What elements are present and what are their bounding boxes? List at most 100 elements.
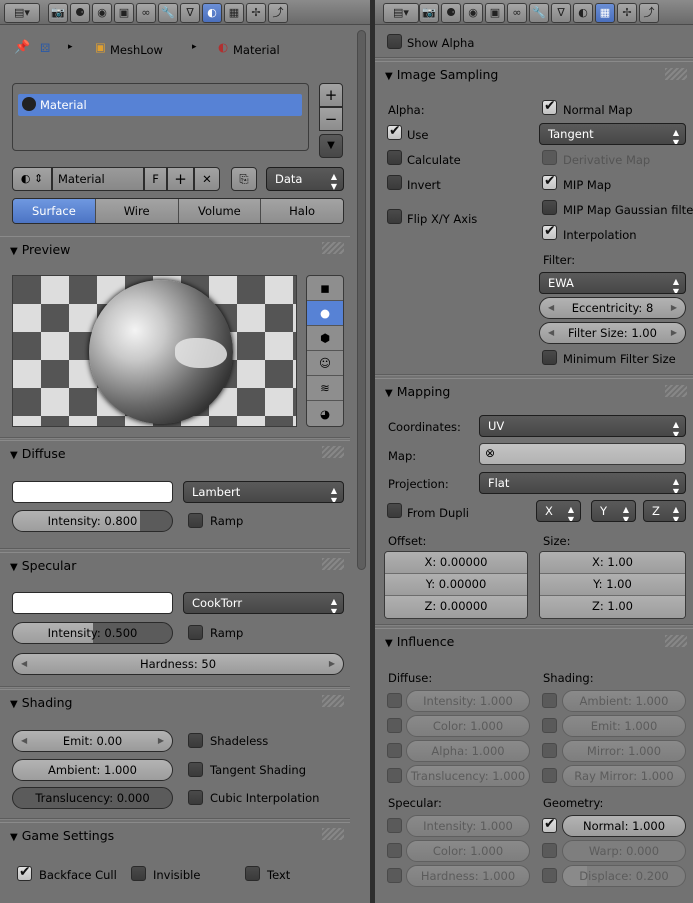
use-alpha-checkbox[interactable] [387, 123, 402, 140]
scene-tab-icon[interactable]: ⚈ [441, 3, 461, 23]
tab-volume[interactable]: Volume [177, 199, 261, 223]
geometry-displace-checkbox[interactable] [542, 868, 557, 883]
preview-monkey-icon[interactable]: ☺ [307, 351, 343, 376]
flip-axis-checkbox[interactable] [387, 209, 402, 224]
specular-hardness-factor[interactable]: Hardness: 1.000 [406, 865, 530, 887]
hardness-field[interactable]: ◀ Hardness: 50 ▶ [12, 653, 344, 675]
world-tab-icon[interactable]: ◉ [463, 3, 483, 23]
object-tab-icon[interactable]: ▣ [114, 3, 134, 23]
preview-hair-icon[interactable]: ≋ [307, 376, 343, 401]
diffuse-alpha-factor[interactable]: Alpha: 1.000 [406, 740, 530, 762]
constraints-tab-icon[interactable]: ∞ [507, 3, 527, 23]
material-slot-item[interactable]: Material [18, 94, 302, 116]
particles-tab-icon[interactable]: ✢ [246, 3, 266, 23]
data-tab-icon[interactable]: ∇ [551, 3, 571, 23]
preview-sky-icon[interactable]: ◕ [307, 401, 343, 426]
geometry-normal-slider[interactable]: Normal: 1.000 [562, 815, 686, 837]
invisible-checkbox[interactable] [131, 866, 146, 881]
editor-type-button[interactable]: ▤▾ [383, 3, 419, 23]
pin-icon[interactable]: 📌 [14, 40, 30, 55]
world-tab-icon[interactable]: ◉ [92, 3, 112, 23]
shading-mirror-checkbox[interactable] [542, 743, 557, 758]
interpolation-checkbox[interactable] [542, 223, 557, 240]
specular-intensity-factor[interactable]: Intensity: 1.000 [406, 815, 530, 837]
preview-sphere-icon[interactable]: ● [307, 301, 343, 326]
minimum-filter-size-checkbox[interactable] [542, 350, 557, 365]
invert-alpha-checkbox[interactable] [387, 175, 402, 190]
specular-intensity-checkbox[interactable] [387, 818, 402, 833]
mip-gaussian-checkbox[interactable] [542, 200, 557, 215]
copy-material-button[interactable]: ⎘ [231, 167, 257, 191]
uv-map-field[interactable]: ⊗ [479, 443, 686, 465]
filter-size-field[interactable]: ◀ Filter Size: 1.00 ▶ [539, 322, 686, 344]
diffuse-intensity-factor[interactable]: Intensity: 1.000 [406, 690, 530, 712]
panel-shading-header[interactable]: ▼ Shading [0, 689, 350, 717]
diffuse-alpha-checkbox[interactable] [387, 743, 402, 758]
from-dupli-checkbox[interactable] [387, 503, 402, 518]
emit-field[interactable]: ◀ Emit: 0.00 ▶ [12, 730, 173, 752]
size-x-field[interactable]: X: 1.00 [540, 552, 685, 574]
panel-grip-icon[interactable] [322, 242, 344, 254]
physics-tab-icon[interactable]: ⤴ [639, 3, 659, 23]
shading-ray-mirror-checkbox[interactable] [542, 768, 557, 783]
scrollbar[interactable] [357, 30, 366, 570]
physics-tab-icon[interactable]: ⤴ [268, 3, 288, 23]
map-y-dropdown[interactable]: Y ▲ ▼ [591, 500, 636, 522]
scene-tab-icon[interactable]: ⚈ [70, 3, 90, 23]
specular-color-swatch[interactable] [12, 592, 173, 614]
tab-wire[interactable]: Wire [94, 199, 178, 223]
panel-influence-header[interactable]: ▼ Influence [375, 628, 693, 656]
diffuse-color-factor[interactable]: Color: 1.000 [406, 715, 530, 737]
calculate-alpha-checkbox[interactable] [387, 150, 402, 165]
particles-tab-icon[interactable]: ✢ [617, 3, 637, 23]
diffuse-ramp-checkbox[interactable] [188, 513, 203, 528]
material-slot-list[interactable]: Material [12, 83, 309, 151]
unlink-material-button[interactable]: ✕ [194, 167, 220, 191]
show-alpha-checkbox[interactable] [387, 34, 402, 49]
object-tab-icon[interactable]: ▣ [485, 3, 505, 23]
material-tab-icon[interactable]: ◐ [573, 3, 593, 23]
decrement-arrow-icon[interactable]: ◀ [548, 298, 554, 318]
specular-color-factor[interactable]: Color: 1.000 [406, 840, 530, 862]
texture-tab-icon[interactable]: ▦ [595, 3, 615, 23]
panel-grip-icon[interactable] [322, 558, 344, 570]
offset-x-field[interactable]: X: 0.00000 [385, 552, 527, 574]
diffuse-translucency-factor[interactable]: Translucency: 1.000 [406, 765, 530, 787]
geometry-normal-checkbox[interactable] [542, 816, 557, 833]
fake-user-button[interactable]: F [144, 167, 167, 191]
slot-specials-button[interactable]: ▼ [319, 134, 343, 158]
new-material-button[interactable]: + [167, 167, 194, 191]
specular-shader-dropdown[interactable]: CookTorr ▲ ▼ [183, 592, 344, 614]
specular-hardness-checkbox[interactable] [387, 868, 402, 883]
offset-z-field[interactable]: Z: 0.00000 [385, 596, 527, 618]
panel-grip-icon[interactable] [322, 828, 344, 840]
texture-tab-icon[interactable]: ▦ [224, 3, 244, 23]
offset-y-field[interactable]: Y: 0.00000 [385, 574, 527, 596]
shading-ambient-factor[interactable]: Ambient: 1.000 [562, 690, 686, 712]
tangent-shading-checkbox[interactable] [188, 762, 203, 777]
tab-halo[interactable]: Halo [260, 199, 343, 223]
material-name-field[interactable]: Material [52, 167, 144, 191]
increment-arrow-icon[interactable]: ▶ [329, 654, 335, 674]
diffuse-intensity-checkbox[interactable] [387, 693, 402, 708]
geometry-warp-checkbox[interactable] [542, 843, 557, 858]
normal-space-dropdown[interactable]: Tangent ▲ ▼ [539, 123, 686, 145]
render-tab-icon[interactable]: 📷 [419, 3, 439, 23]
constraints-tab-icon[interactable]: ∞ [136, 3, 156, 23]
decrement-arrow-icon[interactable]: ◀ [21, 731, 27, 751]
cubic-interpolation-checkbox[interactable] [188, 790, 203, 805]
text-checkbox[interactable] [245, 866, 260, 881]
panel-image-sampling-header[interactable]: ▼ Image Sampling [375, 61, 693, 89]
shading-ambient-checkbox[interactable] [542, 693, 557, 708]
map-x-dropdown[interactable]: X ▲ ▼ [536, 500, 581, 522]
modifiers-tab-icon[interactable]: 🔧 [529, 3, 549, 23]
backface-cull-checkbox[interactable] [17, 864, 32, 881]
shading-emit-checkbox[interactable] [542, 718, 557, 733]
render-tab-icon[interactable]: 📷 [48, 3, 68, 23]
shading-mirror-factor[interactable]: Mirror: 1.000 [562, 740, 686, 762]
panel-preview-header[interactable]: ▼ Preview [0, 236, 350, 264]
browse-material-button[interactable]: ◐ ⇕ [12, 167, 52, 191]
shadeless-checkbox[interactable] [188, 733, 203, 748]
specular-ramp-checkbox[interactable] [188, 625, 203, 640]
panel-grip-icon[interactable] [665, 635, 687, 647]
